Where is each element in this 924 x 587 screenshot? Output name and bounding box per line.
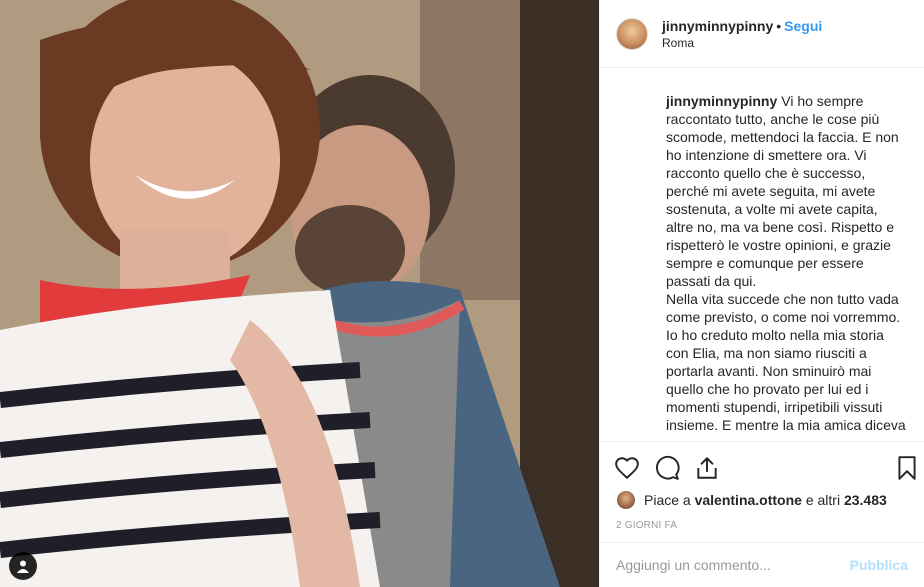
follow-button[interactable]: Segui	[784, 18, 822, 34]
caption-username[interactable]: jinnyminnypinny	[666, 93, 777, 109]
liker-avatar	[616, 490, 636, 510]
share-icon[interactable]	[694, 455, 720, 481]
caption: jinnyminnypinny Vi ho sempre raccontato t…	[666, 92, 906, 437]
comment-input[interactable]: Aggiungi un commento...	[616, 557, 850, 573]
user-tag-button[interactable]	[9, 552, 37, 580]
caption-text: Vi ho sempre raccontato tutto, anche le …	[666, 93, 906, 433]
likes-summary: Piace a valentina.ottone e altri 23.483	[616, 490, 887, 510]
post-timestamp[interactable]: 2 GIORNI FA	[616, 520, 677, 531]
photo-illustration	[0, 0, 599, 587]
action-bar	[612, 452, 918, 484]
post-photo[interactable]	[0, 0, 599, 587]
post-header: jinnyminnypinny • Segui Roma	[600, 0, 924, 68]
likes-prefix: Piace a	[644, 492, 691, 508]
bookmark-icon[interactable]	[894, 455, 920, 481]
comment-icon[interactable]	[654, 455, 680, 481]
divider	[600, 441, 924, 442]
likes-count[interactable]: 23.483	[844, 492, 887, 508]
author-username[interactable]: jinnyminnypinny	[662, 18, 773, 34]
post-sidebar: jinnyminnypinny • Segui Roma jinnyminnypin…	[599, 0, 924, 587]
liker-username[interactable]: valentina.ottone	[695, 492, 802, 508]
user-tag-icon	[17, 560, 29, 573]
separator-dot: •	[776, 17, 782, 34]
likes-middle: e altri	[805, 492, 841, 508]
heart-icon[interactable]	[614, 455, 640, 481]
location-link[interactable]: Roma	[662, 36, 822, 50]
avatar[interactable]	[616, 17, 648, 50]
comment-bar: Aggiungi un commento... Pubblica	[600, 543, 924, 587]
publish-button[interactable]: Pubblica	[850, 557, 908, 573]
